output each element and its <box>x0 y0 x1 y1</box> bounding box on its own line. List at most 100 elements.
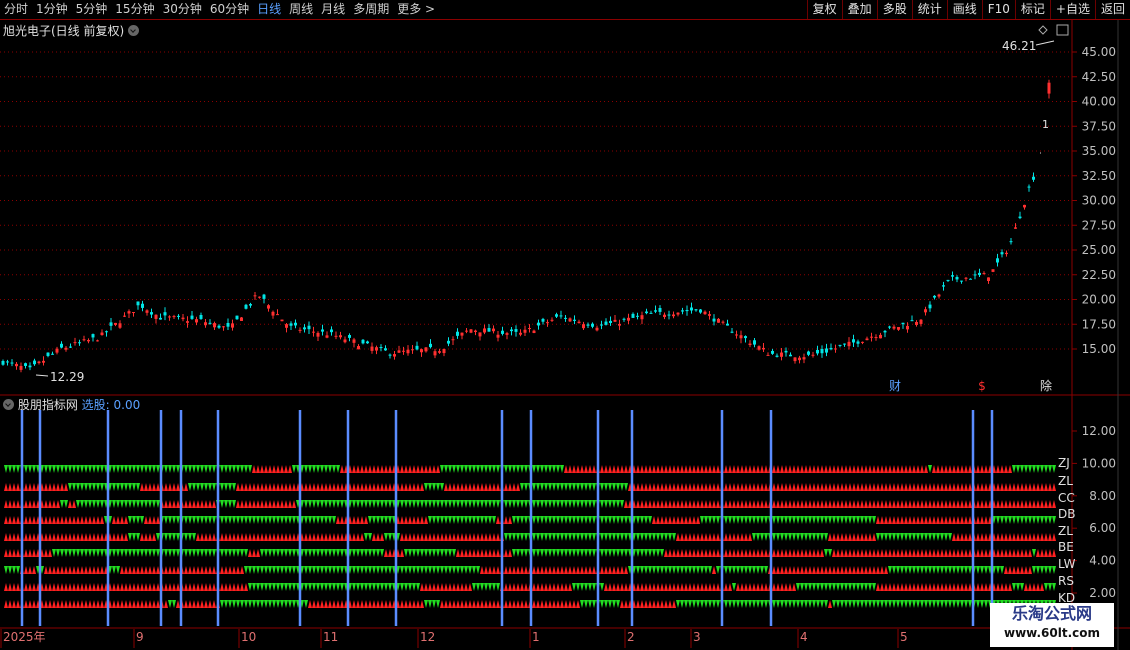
indicator-arrow <box>792 583 796 591</box>
indicator-arrow <box>640 516 644 524</box>
candle-body <box>334 335 338 337</box>
candle-body <box>64 347 68 350</box>
indicator-arrow <box>828 500 832 508</box>
indicator-arrow <box>480 500 484 508</box>
candle-body <box>361 339 365 344</box>
candle-body <box>766 354 770 356</box>
indicator-arrow <box>680 500 684 508</box>
indicator-arrow <box>692 465 696 473</box>
indicator-arrow <box>1044 483 1048 491</box>
indicator-arrow <box>564 465 568 473</box>
indicator-arrow <box>668 465 672 473</box>
indicator-arrow <box>140 583 144 591</box>
indicator-arrow <box>412 549 416 557</box>
indicator-arrow <box>260 600 264 608</box>
indicator-arrow <box>912 465 916 473</box>
candle-body <box>748 343 752 345</box>
candle-body <box>352 339 356 343</box>
indicator-arrow <box>168 600 172 608</box>
indicator-arrow <box>52 583 56 591</box>
indicator-arrow <box>592 465 596 473</box>
indicator-arrow <box>64 549 68 557</box>
indicator-arrow <box>552 465 556 473</box>
indicator-arrow <box>76 566 80 574</box>
indicator-arrow <box>752 566 756 574</box>
indicator-arrow <box>268 483 272 491</box>
indicator-arrow <box>784 500 788 508</box>
candle-body <box>1032 176 1035 180</box>
indicator-arrow <box>708 465 712 473</box>
indicator-arrow <box>660 516 664 524</box>
indicator-arrow <box>256 516 260 524</box>
indicator-arrow <box>156 566 160 574</box>
indicator-arrow <box>716 583 720 591</box>
indicator-arrow <box>808 583 812 591</box>
indicator-arrow <box>292 583 296 591</box>
indicator-arrow <box>172 583 176 591</box>
indicator-arrow <box>460 500 464 508</box>
indicator-arrow <box>756 583 760 591</box>
indicator-arrow <box>896 465 900 473</box>
indicator-arrow <box>272 549 276 557</box>
indicator-arrow <box>136 483 140 491</box>
indicator-arrow <box>576 600 580 608</box>
indicator-arrow <box>612 566 616 574</box>
indicator-arrow <box>120 500 124 508</box>
indicator-arrow <box>588 549 592 557</box>
indicator-arrow <box>512 516 516 524</box>
indicator-arrow <box>1036 483 1040 491</box>
indicator-arrow <box>76 549 80 557</box>
indicator-arrow <box>288 465 292 473</box>
indicator-arrow <box>144 483 148 491</box>
indicator-arrow <box>676 533 680 541</box>
indicator-arrow <box>476 600 480 608</box>
indicator-arrow <box>852 533 856 541</box>
indicator-arrow <box>464 583 468 591</box>
indicator-arrow <box>916 566 920 574</box>
indicator-arrow <box>624 533 628 541</box>
indicator-arrow <box>328 516 332 524</box>
indicator-arrow <box>88 483 92 491</box>
indicator-arrow <box>48 516 52 524</box>
indicator-arrow <box>168 516 172 524</box>
indicator-arrow <box>204 465 208 473</box>
indicator-arrow <box>648 549 652 557</box>
indicator-arrow <box>860 533 864 541</box>
stock-chart[interactable]: 45.0042.5040.0037.5035.0032.5030.0027.50… <box>0 0 1130 650</box>
indicator-arrow <box>192 516 196 524</box>
indicator-arrow <box>96 516 100 524</box>
indicator-arrow <box>144 583 148 591</box>
indicator-arrow <box>444 483 448 491</box>
indicator-arrow <box>368 500 372 508</box>
indicator-arrow <box>868 500 872 508</box>
indicator-arrow <box>788 465 792 473</box>
indicator-arrow <box>16 483 20 491</box>
indicator-arrow <box>828 566 832 574</box>
indicator-arrow <box>84 583 88 591</box>
indicator-arrow <box>120 483 124 491</box>
indicator-arrow <box>656 583 660 591</box>
indicator-arrow <box>776 566 780 574</box>
indicator-arrow <box>232 549 236 557</box>
indicator-arrow <box>664 516 668 524</box>
candle-body <box>600 324 603 326</box>
indicator-arrow <box>444 549 448 557</box>
indicator-arrow <box>248 600 252 608</box>
indicator-arrow <box>848 600 852 608</box>
indicator-arrow <box>652 465 656 473</box>
candle-body <box>87 340 90 342</box>
indicator-arrow <box>464 549 468 557</box>
indicator-arrow <box>400 465 404 473</box>
indicator-arrow <box>540 500 544 508</box>
indicator-arrow <box>416 516 420 524</box>
indicator-arrow <box>88 533 92 541</box>
indicator-arrow <box>196 465 200 473</box>
indicator-arrow <box>832 533 836 541</box>
indicator-arrow <box>512 500 516 508</box>
candle-body <box>955 277 959 280</box>
indicator-arrow <box>796 600 800 608</box>
indicator-arrow <box>616 583 620 591</box>
indicator-arrow <box>932 566 936 574</box>
indicator-arrow <box>1040 500 1044 508</box>
indicator-arrow <box>88 465 92 473</box>
